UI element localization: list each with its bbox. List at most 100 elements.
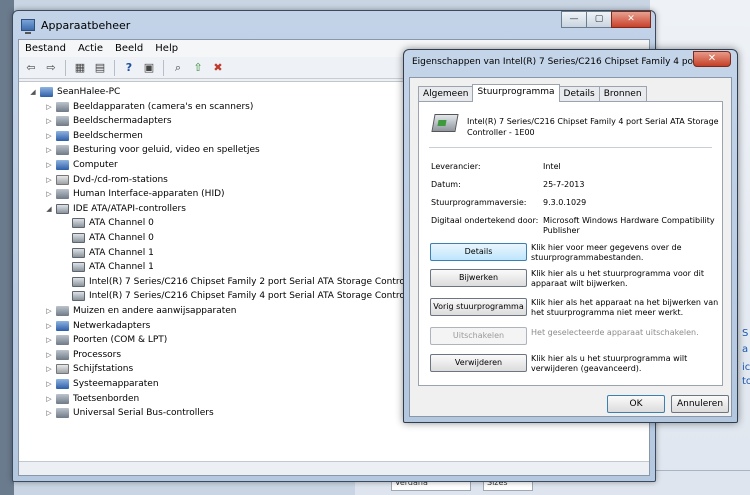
tree-item[interactable]: ◢ IDE ATA/ATAPI-controllers xyxy=(45,202,186,216)
expand-icon[interactable]: ▷ xyxy=(45,146,53,154)
tree-item[interactable]: ▷ Beeldapparaten (camera's en scanners) xyxy=(45,100,253,114)
expand-icon[interactable]: ▷ xyxy=(45,322,53,330)
tree-item[interactable]: ▷ Dvd-/cd-rom-stations xyxy=(45,173,168,187)
menu-help[interactable]: Help xyxy=(155,43,178,54)
uninstall-driver-button[interactable]: Verwijderen xyxy=(430,354,527,372)
menu-beeld[interactable]: Beeld xyxy=(115,43,143,54)
drive-icon xyxy=(56,174,69,185)
tree-item[interactable]: ▷ Poorten (COM & LPT) xyxy=(45,333,167,347)
maximize-button[interactable]: ▢ xyxy=(586,11,612,28)
tree-item[interactable]: ▷ Besturing voor geluid, video en spellet… xyxy=(45,143,260,157)
properties-icon[interactable]: ▤ xyxy=(92,60,108,76)
rollback-driver-button[interactable]: Vorig stuurprogramma xyxy=(430,298,527,316)
menu-actie[interactable]: Actie xyxy=(78,43,103,54)
disable-device-button[interactable]: Uitschakelen xyxy=(430,327,527,345)
tree-item[interactable]: ◢ SeanHalee-PC xyxy=(29,85,120,99)
action-description: Klik hier als u het stuurprogramma voor … xyxy=(531,269,704,288)
expand-icon[interactable]: ▷ xyxy=(45,307,53,315)
minimize-button[interactable]: — xyxy=(561,11,587,28)
pc-icon xyxy=(56,320,69,331)
background-link[interactable]: to xyxy=(742,376,750,387)
tab-bronnen[interactable]: Bronnen xyxy=(598,86,647,101)
back-icon[interactable]: ⇦ xyxy=(23,60,39,76)
expand-icon[interactable]: ▷ xyxy=(45,161,53,169)
dev-icon xyxy=(56,306,69,316)
dialog-title: Eigenschappen van Intel(R) 7 Series/C216… xyxy=(412,57,712,67)
toolbar-separator xyxy=(65,59,66,76)
properties-dialog: Eigenschappen van Intel(R) 7 Series/C216… xyxy=(403,49,738,423)
tree-item-label: Universal Serial Bus-controllers xyxy=(73,408,214,419)
tree-item-label: Toetsenborden xyxy=(73,393,140,404)
tree-item-label: Netwerkadapters xyxy=(73,320,151,331)
window-controls: — ▢ ✕ xyxy=(561,11,651,28)
expand-icon[interactable]: ▷ xyxy=(45,380,53,388)
expand-icon[interactable]: ▷ xyxy=(45,176,53,184)
expand-icon[interactable]: ▷ xyxy=(45,395,53,403)
background-link[interactable]: S xyxy=(742,328,748,339)
tree-item[interactable]: ▷ Computer xyxy=(45,158,118,172)
menu-bestand[interactable]: Bestand xyxy=(25,43,66,54)
tree-item[interactable]: Intel(R) 7 Series/C216 Chipset Family 4 … xyxy=(61,289,425,303)
tree-item-label: Muizen en andere aanwijsapparaten xyxy=(73,306,237,316)
expand-icon[interactable]: ▷ xyxy=(45,409,53,417)
tree-item[interactable]: ▷ Beeldschermen xyxy=(45,129,143,143)
dev-icon xyxy=(56,349,69,360)
background-link[interactable]: ic xyxy=(742,362,750,373)
tree-item[interactable]: ▷ Universal Serial Bus-controllers xyxy=(45,406,214,420)
tree-item[interactable]: Intel(R) 7 Series/C216 Chipset Family 2 … xyxy=(61,275,425,289)
scan-hardware-icon[interactable]: ⌕ xyxy=(170,60,186,76)
tree-item[interactable]: ▷ Systeemapparaten xyxy=(45,377,159,391)
tree-item[interactable]: ATA Channel 1 xyxy=(61,246,154,260)
dev-icon xyxy=(56,393,69,404)
pc-icon xyxy=(56,130,69,141)
expand-icon[interactable]: ▷ xyxy=(45,336,53,344)
expand-icon[interactable]: ▷ xyxy=(45,132,53,140)
close-button[interactable]: ✕ xyxy=(611,11,651,28)
storage-controller-icon xyxy=(431,114,459,132)
tree-item-label: ATA Channel 0 xyxy=(89,233,154,243)
uninstall-icon[interactable]: ✖ xyxy=(210,60,226,76)
tree-item-label: Beeldapparaten (camera's en scanners) xyxy=(73,101,254,112)
tree-item-label: ATA Channel 0 xyxy=(89,218,154,229)
tree-item[interactable]: ▷ Toetsenborden xyxy=(45,392,139,406)
tree-item[interactable]: ▷ Netwerkadapters xyxy=(45,319,150,333)
prop-value: Intel xyxy=(543,162,561,171)
expand-icon[interactable]: ▷ xyxy=(45,117,53,125)
tree-item[interactable]: ▷ Processors xyxy=(45,348,121,362)
dev-icon xyxy=(56,145,69,156)
tree-item[interactable]: ▷ Human Interface-apparaten (HID) xyxy=(45,187,225,201)
drive-icon xyxy=(56,364,69,375)
collapse-icon[interactable]: ◢ xyxy=(29,88,37,96)
tree-item[interactable]: ▷ Beeldschermadapters xyxy=(45,114,172,128)
dialog-close-button[interactable]: ✕ xyxy=(693,51,731,67)
tree-item[interactable]: ATA Channel 0 xyxy=(61,216,154,230)
expand-icon[interactable]: ▷ xyxy=(45,365,53,373)
tree-item[interactable]: ATA Channel 0 xyxy=(61,231,154,245)
computer-icon[interactable]: ▣ xyxy=(141,60,157,76)
expand-icon[interactable]: ▷ xyxy=(45,190,53,198)
tree-item[interactable]: ATA Channel 1 xyxy=(61,260,154,274)
ok-button[interactable]: OK xyxy=(607,395,665,413)
tab-details[interactable]: Details xyxy=(558,86,600,101)
expand-icon[interactable]: ▷ xyxy=(45,103,53,111)
tree-item-label: Besturing voor geluid, video en spelletj… xyxy=(73,145,260,156)
background-link[interactable]: a xyxy=(742,344,748,355)
collapse-icon[interactable]: ◢ xyxy=(45,205,53,213)
forward-icon[interactable]: ⇨ xyxy=(43,60,59,76)
tree-item[interactable]: ▷ Schijfstations xyxy=(45,362,133,376)
show-hide-console-tree-icon[interactable]: ▦ xyxy=(72,60,88,76)
prop-label: Leverancier: xyxy=(431,162,481,171)
tree-item[interactable]: ▷ Muizen en andere aanwijsapparaten xyxy=(45,304,237,318)
tree-item-label: Beeldschermadapters xyxy=(73,116,172,127)
tab-stuurprogramma[interactable]: Stuurprogramma xyxy=(472,84,560,102)
toolbar-separator xyxy=(114,59,115,76)
tree-item-label: Intel(R) 7 Series/C216 Chipset Family 4 … xyxy=(89,291,426,302)
update-driver-icon[interactable]: ⇧ xyxy=(190,60,206,76)
cancel-button[interactable]: Annuleren xyxy=(671,395,729,413)
tab-algemeen[interactable]: Algemeen xyxy=(418,86,474,101)
update-driver-button[interactable]: Bijwerken xyxy=(430,269,527,287)
window-titlebar: Apparaatbeheer xyxy=(21,16,130,34)
driver-details-button[interactable]: Details xyxy=(430,243,527,261)
help-icon[interactable]: ? xyxy=(121,60,137,76)
expand-icon[interactable]: ▷ xyxy=(45,351,53,359)
